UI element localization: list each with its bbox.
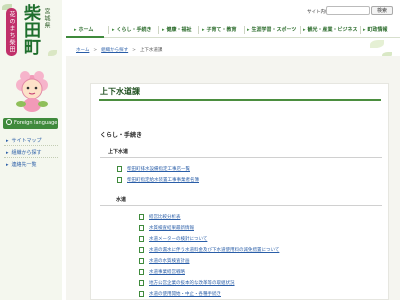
link-water-quality-results[interactable]: 水質検査結果最新情報: [149, 225, 194, 231]
link-management-strategy[interactable]: 水道事業経営戦略: [149, 269, 185, 275]
nav-item-label: 町政情報: [367, 27, 388, 33]
divider: [198, 26, 199, 34]
breadcrumb-separator: >: [93, 48, 98, 53]
link-leak-reduction[interactable]: 水道の漏水に伴う水道料金及び下水道使用料の減免措置について: [149, 247, 279, 253]
sidebar-link-label: 連絡先一覧: [11, 162, 37, 168]
page-title: 上下水道課: [100, 87, 140, 96]
arrow-right-icon: ▸: [112, 27, 115, 33]
arrow-right-icon: ▸: [303, 27, 306, 33]
nav-item-label: 子育て・教育: [206, 27, 237, 33]
sidebar-link-contacts[interactable]: ▸ 連絡先一覧: [6, 161, 37, 168]
group-heading-water-sewer: 上下水道: [108, 149, 129, 155]
arrow-right-icon: ▸: [6, 162, 9, 168]
divider: [4, 145, 58, 146]
arrow-right-icon: ▸: [6, 150, 9, 156]
breadcrumb-link-organization[interactable]: 組織から探す: [101, 48, 128, 53]
nav-item-town-admin[interactable]: ▸ 町政情報: [363, 24, 388, 36]
nav-item-health[interactable]: ▸ 健康・福祉: [162, 24, 192, 36]
logo-town-name: 柴田町: [20, 4, 40, 55]
foreign-language-button[interactable]: Foreign language: [3, 118, 58, 129]
arrow-right-icon: ▸: [6, 138, 9, 144]
sidebar: 宮城県 柴田町 花のまち柴田 Foreign language ▸ サイトマップ…: [0, 0, 62, 300]
logo-catchphrase: 花のまち柴田: [6, 8, 17, 56]
main-content: [90, 83, 389, 300]
nav-item-label: 生涯学習・スポーツ: [251, 27, 297, 33]
document-icon: [139, 214, 144, 220]
link-meter-reading[interactable]: 水道メーターの検針について: [149, 236, 207, 242]
title-underline: [99, 99, 381, 101]
divider: [4, 157, 58, 158]
nav-item-childcare[interactable]: ▸ 子育て・教育: [202, 24, 237, 36]
document-icon: [139, 291, 144, 297]
link-drainage-contractors[interactable]: 柴田町排水設備指定工事店一覧: [127, 166, 190, 172]
divider: [100, 157, 382, 158]
global-nav: ▸ ホーム ▸ くらし・手続き ▸ 健康・福祉 ▸ 子育て・教育 ▸ 生涯学習・スポーツ …: [66, 24, 400, 36]
sidebar-link-label: サイトマップ: [11, 138, 42, 144]
nav-item-label: くらし・手続き: [116, 27, 152, 33]
link-water-supply-contractors[interactable]: 柴田町指定給水装置工事事業者名簿: [127, 177, 199, 183]
nav-item-home[interactable]: ▸ ホーム: [74, 24, 93, 36]
document-icon: [117, 166, 122, 172]
nav-item-living[interactable]: ▸ くらし・手続き: [112, 24, 152, 36]
nav-item-lifelong-learning[interactable]: ▸ 生涯学習・スポーツ: [247, 24, 296, 36]
link-water-quality-plan[interactable]: 水道の水質検査計画: [149, 258, 190, 264]
sidebar-link-organization[interactable]: ▸ 組織から探す: [6, 149, 42, 156]
logo-prefecture: 宮城県: [43, 8, 50, 29]
document-icon: [139, 269, 144, 275]
arrow-right-icon: ▸: [363, 27, 366, 33]
divider: [100, 205, 382, 206]
town-logo[interactable]: 宮城県 柴田町 花のまち柴田: [2, 2, 60, 112]
divider: [108, 26, 109, 34]
sidebar-link-label: 組織から探す: [11, 150, 42, 156]
link-reform-status[interactable]: 地方公営企業の抜本的な改革等の取組状況: [149, 280, 235, 286]
globe-icon: [6, 119, 12, 125]
sidebar-link-sitemap[interactable]: ▸ サイトマップ: [6, 137, 42, 144]
arrow-right-icon: ▸: [202, 27, 205, 33]
nav-item-label: ホーム: [78, 27, 94, 33]
document-icon: [139, 236, 144, 242]
nav-active-indicator: [66, 36, 104, 38]
divider: [158, 26, 159, 34]
nav-item-tourism[interactable]: ▸ 観光・産業・ビジネス: [303, 24, 358, 36]
search-input[interactable]: [326, 6, 370, 15]
document-icon: [139, 280, 144, 286]
arrow-right-icon: ▸: [162, 27, 165, 33]
nav-underline: [66, 37, 400, 38]
document-icon: [139, 225, 144, 231]
document-icon: [139, 258, 144, 264]
search-button[interactable]: 検索: [371, 6, 393, 15]
mascot-icon: [16, 71, 48, 112]
arrow-right-icon: ▸: [74, 27, 77, 33]
leaf-decoration: [370, 40, 384, 48]
breadcrumb-link-home[interactable]: ホーム: [76, 48, 89, 53]
section-heading: くらし・手続き: [100, 132, 143, 139]
divider: [300, 26, 301, 34]
breadcrumb-current: 上下水道課: [139, 48, 163, 53]
group-heading-water: 水道: [116, 197, 127, 203]
document-icon: [139, 247, 144, 253]
nav-item-label: 健康・福祉: [166, 27, 192, 33]
document-icon: [117, 177, 122, 183]
arrow-right-icon: ▸: [247, 27, 250, 33]
breadcrumb-separator: >: [132, 48, 136, 53]
breadcrumb: ホーム > 組織から探す > 上下水道課: [76, 47, 162, 53]
foreign-language-label: Foreign language: [14, 120, 58, 126]
nav-item-label: 観光・産業・ビジネス: [307, 27, 358, 33]
divider: [244, 26, 245, 34]
link-usage-procedures[interactable]: 水道の使用開始・中止・各種手続き: [149, 291, 221, 297]
link-management-comparison[interactable]: 経営比較分析表: [149, 214, 181, 220]
divider: [360, 26, 361, 34]
